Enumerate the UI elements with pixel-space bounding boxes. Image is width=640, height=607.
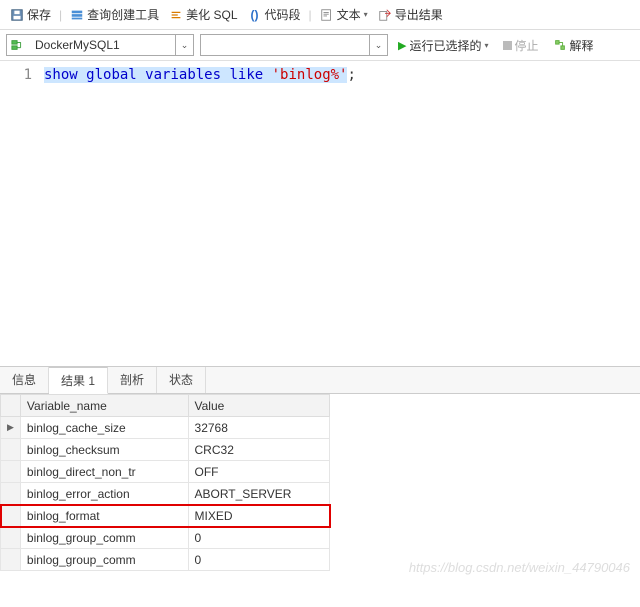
sql-editor[interactable]: 1 show global variables like 'binlog%'; [0,61,640,366]
save-button[interactable]: 保存 [6,4,55,25]
table-row[interactable]: binlog_error_actionABORT_SERVER [1,483,330,505]
chevron-down-icon: ⌄ [175,35,193,55]
table-row[interactable]: binlog_formatMIXED [1,505,330,527]
export-button[interactable]: 导出结果 [374,4,447,25]
tab-profile[interactable]: 剖析 [108,367,157,393]
query-builder-icon [70,8,84,22]
cell-variable-name[interactable]: binlog_error_action [20,483,188,505]
row-indicator-header [1,395,21,417]
table-row[interactable]: binlog_checksumCRC32 [1,439,330,461]
stop-button: 停止 [499,35,543,56]
row-indicator [1,439,21,461]
text-icon [320,8,334,22]
explain-icon [553,38,567,52]
cell-value[interactable]: 32768 [188,417,329,439]
table-row[interactable]: binlog_group_comm0 [1,549,330,571]
save-label: 保存 [27,6,51,23]
line-gutter: 1 [0,61,40,366]
cell-value[interactable]: ABORT_SERVER [188,483,329,505]
snippet-icon: () [248,8,262,22]
row-indicator: ▶ [1,417,21,439]
connection-icon [7,38,29,52]
cell-variable-name[interactable]: binlog_checksum [20,439,188,461]
connection-combo[interactable]: DockerMySQL1 ⌄ [6,34,194,56]
sql-keyword: global [86,67,137,83]
cell-variable-name[interactable]: binlog_group_comm [20,549,188,571]
beautify-icon [169,8,183,22]
sql-keyword: variables [145,67,221,83]
main-toolbar: 保存 | 查询创建工具 美化 SQL () 代码段 | 文本 ▾ 导出结果 [0,0,640,30]
column-header[interactable]: Variable_name [20,395,188,417]
snippet-label: 代码段 [265,6,301,23]
table-row[interactable]: binlog_direct_non_trOFF [1,461,330,483]
text-button[interactable]: 文本 ▾ [316,4,372,25]
connection-value: DockerMySQL1 [29,38,175,52]
beautify-label: 美化 SQL [186,6,237,23]
run-button[interactable]: ▶ 运行已选择的 ▾ [394,35,493,56]
watermark: https://blog.csdn.net/weixin_44790046 [409,560,630,575]
line-number: 1 [0,67,32,83]
save-icon [10,8,24,22]
dropdown-arrow-icon: ▾ [484,41,488,50]
row-indicator [1,527,21,549]
cell-value[interactable]: CRC32 [188,439,329,461]
snippet-button[interactable]: () 代码段 [244,4,305,25]
query-builder-button[interactable]: 查询创建工具 [66,4,163,25]
cell-variable-name[interactable]: binlog_format [20,505,188,527]
chevron-down-icon: ⌄ [369,35,387,55]
stop-icon [503,41,512,50]
column-header[interactable]: Value [188,395,329,417]
beautify-button[interactable]: 美化 SQL [165,4,241,25]
cell-variable-name[interactable]: binlog_group_comm [20,527,188,549]
table-row[interactable]: binlog_group_comm0 [1,527,330,549]
sql-semicolon: ; [347,67,355,83]
result-tabs: 信息 结果 1 剖析 状态 [0,366,640,394]
run-label: 运行已选择的 [409,37,481,54]
explain-button[interactable]: 解释 [549,35,598,56]
tab-status[interactable]: 状态 [157,367,206,393]
text-label: 文本 [337,6,361,23]
sql-string: 'binlog%' [272,67,348,83]
query-builder-label: 查询创建工具 [87,6,159,23]
cell-variable-name[interactable]: binlog_direct_non_tr [20,461,188,483]
cell-value[interactable]: OFF [188,461,329,483]
cell-value[interactable]: 0 [188,549,329,571]
sql-keyword: show [44,67,78,83]
export-icon [378,8,392,22]
row-indicator [1,483,21,505]
export-label: 导出结果 [395,6,443,23]
row-indicator [1,461,21,483]
stop-label: 停止 [515,37,539,54]
database-combo[interactable]: ⌄ [200,34,388,56]
tab-info[interactable]: 信息 [0,367,49,393]
table-row[interactable]: ▶binlog_cache_size32768 [1,417,330,439]
connection-row: DockerMySQL1 ⌄ ⌄ ▶ 运行已选择的 ▾ 停止 解释 [0,30,640,61]
separator: | [57,8,64,22]
tab-result-1[interactable]: 结果 1 [49,367,108,394]
result-grid[interactable]: Variable_name Value ▶binlog_cache_size32… [0,394,330,571]
cell-value[interactable]: MIXED [188,505,329,527]
code-area[interactable]: show global variables like 'binlog%'; [40,61,640,366]
cell-variable-name[interactable]: binlog_cache_size [20,417,188,439]
dropdown-arrow-icon: ▾ [364,10,368,19]
row-indicator [1,549,21,571]
cell-value[interactable]: 0 [188,527,329,549]
play-icon: ▶ [398,39,406,52]
separator: | [307,8,314,22]
row-indicator [1,505,21,527]
explain-label: 解释 [570,37,594,54]
sql-keyword: like [229,67,263,83]
